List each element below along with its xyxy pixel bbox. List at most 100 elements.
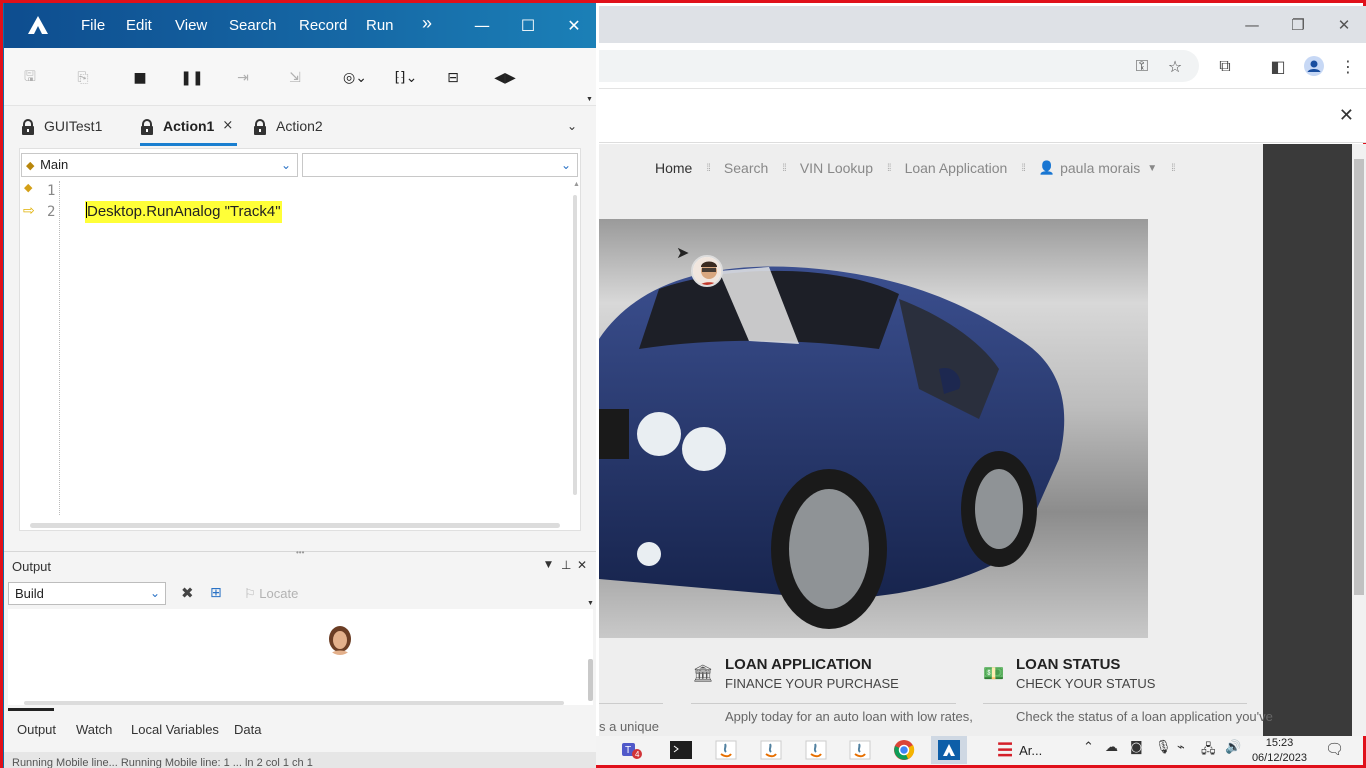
terminal-icon[interactable] bbox=[667, 738, 695, 762]
pane-options-icon[interactable]: ▼ bbox=[545, 560, 552, 570]
browser-minimize-button[interactable]: — bbox=[1229, 12, 1275, 38]
section-description: Check the status of a loan application y… bbox=[1016, 709, 1273, 724]
page-scrollbar[interactable] bbox=[1352, 144, 1366, 739]
bookmark-star-icon[interactable]: ☆ bbox=[1164, 55, 1186, 77]
browser-tab-strip: — ❐ ✕ bbox=[599, 6, 1366, 43]
output-vertical-scrollbar[interactable] bbox=[588, 659, 593, 701]
pin-icon[interactable]: ⊥ bbox=[561, 558, 571, 572]
output-overflow-icon[interactable]: ▼ bbox=[587, 600, 594, 607]
more-menu-icon[interactable]: » bbox=[422, 13, 432, 34]
microphone-icon[interactable]: 🎙 bbox=[1155, 740, 1172, 755]
teams-badge: 4 bbox=[635, 750, 640, 759]
tab-label: Action1 bbox=[163, 118, 215, 134]
caret-down-icon[interactable]: ▼ bbox=[1147, 163, 1157, 174]
clear-output-icon[interactable]: ✖ bbox=[181, 584, 194, 602]
uft-logo-icon[interactable] bbox=[26, 14, 50, 36]
pause-icon[interactable]: ❚❚ bbox=[179, 67, 205, 89]
extensions-icon[interactable]: ⧉ bbox=[1214, 55, 1236, 77]
camera-icon[interactable]: ◙ bbox=[1130, 740, 1143, 755]
key-icon[interactable]: ⚿ bbox=[1131, 55, 1153, 77]
section-title[interactable]: LOAN STATUS bbox=[1016, 656, 1273, 673]
locate-button[interactable]: ⚐ Locate bbox=[244, 586, 298, 602]
scope-combo[interactable]: ◆ Main ⌄ bbox=[21, 153, 298, 177]
tab-output[interactable]: Output bbox=[17, 722, 56, 737]
section-description: Apply today for an auto loan with low ra… bbox=[725, 709, 973, 724]
pane-close-icon[interactable]: ✕ bbox=[577, 558, 587, 572]
network-icon[interactable]: 🖧 bbox=[1201, 740, 1216, 762]
record-mode-icon[interactable]: ◎⌄ bbox=[338, 67, 372, 89]
object-combo[interactable]: ⌄ bbox=[302, 153, 578, 177]
nav-vin-lookup[interactable]: VIN Lookup bbox=[800, 160, 873, 176]
code-line-highlighted[interactable]: Desktop.RunAnalog "Track4" bbox=[85, 201, 282, 223]
menu-edit[interactable]: Edit bbox=[126, 17, 152, 34]
acrobat-label: Ar... bbox=[1019, 742, 1043, 758]
toolbar-overflow-icon[interactable]: ▼ bbox=[586, 96, 593, 103]
browser-menu-icon[interactable]: ⋮ bbox=[1337, 55, 1359, 77]
tab-data[interactable]: Data bbox=[234, 722, 261, 737]
java-app-icon[interactable] bbox=[846, 738, 874, 762]
uft-close-button[interactable]: ✕ bbox=[562, 14, 586, 36]
onedrive-icon[interactable]: ☁ bbox=[1105, 740, 1118, 755]
nav-user-menu[interactable]: paula morais bbox=[1060, 160, 1140, 176]
output-filter-select[interactable]: Build ⌄ bbox=[8, 582, 166, 605]
object-repository-icon[interactable]: ⊟ bbox=[440, 67, 466, 89]
nav-loan-application[interactable]: Loan Application bbox=[905, 160, 1008, 176]
notifications-icon[interactable]: 🗨 bbox=[1325, 740, 1344, 758]
clock[interactable]: 15:23 06/12/2023 bbox=[1252, 736, 1307, 766]
editor-horizontal-scrollbar[interactable] bbox=[30, 523, 560, 528]
nav-home[interactable]: Home bbox=[655, 160, 692, 176]
menu-run[interactable]: Run bbox=[366, 17, 394, 34]
output-content[interactable] bbox=[8, 609, 593, 705]
step-over-icon[interactable]: ⇲ bbox=[282, 67, 308, 89]
menu-search[interactable]: Search bbox=[229, 17, 277, 34]
infobar-close-icon[interactable]: ✕ bbox=[1339, 105, 1354, 126]
hero-car-image: ➤ bbox=[599, 219, 1148, 638]
info-sections: s a unique 🏛 LOAN APPLICATION FINANCE YO… bbox=[599, 656, 1273, 739]
editor-vertical-scrollbar[interactable]: ▲ bbox=[570, 181, 580, 501]
clock-date: 06/12/2023 bbox=[1251, 752, 1307, 764]
nav-separator: ⁞⁞ bbox=[706, 162, 710, 174]
java-app-icon[interactable] bbox=[712, 738, 740, 762]
code-editor[interactable]: ◆ Main ⌄ ⌄ ◆ ⇨ 1 2 Desktop.RunAnalog "Tr… bbox=[19, 148, 581, 531]
address-bar[interactable] bbox=[599, 50, 1199, 82]
step-into-icon[interactable]: ⇥ bbox=[230, 67, 256, 89]
menu-record[interactable]: Record bbox=[299, 17, 347, 34]
uft-maximize-button[interactable]: ☐ bbox=[516, 14, 540, 36]
pane-splitter-grip[interactable]: ••• bbox=[296, 548, 304, 557]
save-icon[interactable]: 🖫 bbox=[17, 67, 43, 89]
save-all-icon[interactable]: ⎘ bbox=[70, 67, 96, 89]
menu-file[interactable]: File bbox=[81, 17, 105, 34]
tab-watch[interactable]: Watch bbox=[76, 722, 112, 737]
menu-view[interactable]: View bbox=[175, 17, 207, 34]
java-app-icon[interactable] bbox=[802, 738, 830, 762]
tab-action1[interactable]: Action1 × bbox=[140, 118, 237, 146]
uft-taskbar-icon[interactable] bbox=[931, 736, 967, 764]
tab-guitest1[interactable]: GUITest1 bbox=[21, 118, 102, 146]
tabs-overflow-icon[interactable]: ⌄ bbox=[567, 119, 577, 133]
browser-close-button[interactable]: ✕ bbox=[1321, 12, 1366, 38]
tab-action2[interactable]: Action2 bbox=[253, 118, 323, 146]
profile-icon[interactable] bbox=[1303, 55, 1325, 77]
tab-local-variables[interactable]: Local Variables bbox=[131, 722, 219, 737]
nav-search[interactable]: Search bbox=[724, 160, 768, 176]
output-options-icon[interactable]: ⊞ bbox=[210, 585, 222, 601]
volume-icon[interactable]: 🔊 bbox=[1225, 740, 1241, 755]
section-title[interactable]: LOAN APPLICATION bbox=[725, 656, 973, 673]
output-horizontal-scrollbar[interactable] bbox=[24, 701, 564, 705]
browser-restore-button[interactable]: ❐ bbox=[1275, 12, 1321, 38]
teams-icon[interactable]: T 4 bbox=[617, 738, 645, 762]
page-scrollbar-thumb[interactable] bbox=[1354, 159, 1364, 595]
stop-icon[interactable]: ■ bbox=[127, 67, 153, 89]
uft-minimize-button[interactable]: — bbox=[470, 14, 494, 36]
analog-record-icon[interactable]: ◀▶ bbox=[492, 67, 518, 89]
show-hidden-icons-icon[interactable]: ⌃ bbox=[1083, 740, 1094, 755]
ai-object-icon[interactable]: ⁅⁆⌄ bbox=[389, 67, 423, 89]
chrome-icon[interactable] bbox=[890, 738, 918, 762]
output-pane: ••• Output ▼ ⊥ ✕ Build ⌄ ✖ ⊞ ⚐ Locate ▼ … bbox=[4, 548, 596, 768]
acrobat-taskbar-item[interactable]: ☰ Ar... bbox=[997, 738, 1057, 762]
usb-icon[interactable]: ⌁ bbox=[1177, 740, 1185, 755]
side-panel-icon[interactable]: ◧ bbox=[1267, 55, 1289, 77]
java-app-icon[interactable] bbox=[757, 738, 785, 762]
tab-close-icon[interactable]: × bbox=[222, 118, 233, 133]
chevron-down-icon: ⌄ bbox=[560, 158, 571, 172]
